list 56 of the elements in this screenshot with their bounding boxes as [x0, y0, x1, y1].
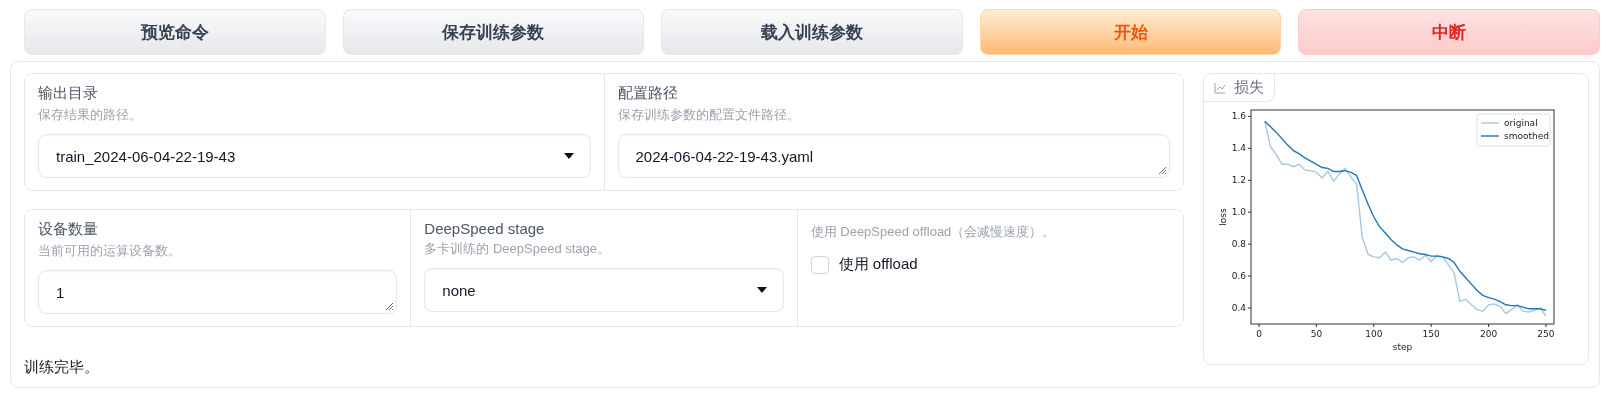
status-text: 训练完毕。 [24, 358, 100, 377]
field-label: 设备数量 [38, 220, 99, 239]
x-tick-label: 0 [1256, 329, 1263, 339]
y-tick: 1.6 [1231, 111, 1252, 122]
y-tick: 0.6 [1231, 271, 1252, 282]
y-axis-label: loss [1218, 208, 1228, 226]
x-tick: 200 [1480, 323, 1498, 339]
caret-icon [563, 153, 574, 159]
field-label: 输出目录 [38, 84, 99, 103]
field-hint: 保存训练参数的配置文件路径。 [617, 106, 801, 124]
y-tick: 1.2 [1231, 175, 1252, 186]
action-button[interactable]: 载入训练参数 [661, 9, 963, 55]
action-button[interactable]: 中断 [1298, 9, 1600, 55]
x-tick: 0 [1256, 323, 1262, 339]
legend-label: smoothed [1504, 131, 1549, 141]
y-tick-label: 0.8 [1231, 239, 1247, 250]
y-tick: 0.8 [1231, 239, 1252, 250]
input-field[interactable]: 2024-06-04-22-19-43.yaml [617, 134, 1170, 178]
y-tick-label: 1.6 [1231, 111, 1247, 122]
x-tick-label: 150 [1422, 329, 1441, 339]
chart-icon [1214, 81, 1226, 94]
field-hint: 使用 DeepSpeed offload（会减慢速度）。 [810, 223, 1057, 241]
field-label: 配置路径 [617, 84, 679, 103]
resize-grip-icon[interactable] [385, 302, 395, 311]
field-hint: 当前可用的运算设备数。 [38, 242, 182, 260]
x-tick-label: 50 [1310, 329, 1323, 339]
x-tick: 150 [1422, 323, 1440, 339]
resize-grip-icon[interactable] [1158, 166, 1167, 175]
checkbox[interactable] [810, 255, 829, 274]
caret-icon [756, 287, 767, 293]
checkbox-label[interactable]: 使用 offload [838, 255, 918, 274]
dropdown[interactable]: none [424, 268, 784, 312]
y-tick-label: 1.0 [1231, 207, 1247, 218]
y-tick: 0.4 [1231, 303, 1252, 314]
field-hint: 多卡训练的 DeepSpeed stage。 [424, 240, 612, 258]
x-tick-label: 100 [1365, 329, 1383, 339]
chart-tab[interactable]: 损失 [1204, 74, 1275, 102]
legend-label: original [1504, 118, 1538, 128]
y-tick: 1.4 [1231, 143, 1252, 154]
x-tick: 50 [1310, 323, 1323, 339]
x-axis-label: step [1392, 342, 1413, 352]
input-field[interactable]: 1 [38, 270, 398, 314]
y-tick-label: 0.6 [1231, 271, 1247, 282]
action-button[interactable]: 预览命令 [24, 9, 326, 55]
x-tick: 100 [1365, 323, 1383, 339]
x-tick: 250 [1537, 323, 1555, 339]
x-tick-label: 250 [1537, 329, 1555, 339]
x-tick-label: 200 [1479, 329, 1498, 339]
action-button[interactable]: 保存训练参数 [342, 9, 645, 55]
y-tick-label: 0.4 [1231, 303, 1247, 314]
y-tick-label: 1.2 [1231, 175, 1246, 186]
y-tick: 1.0 [1231, 207, 1252, 218]
y-tick-label: 1.4 [1231, 143, 1247, 154]
field-label: DeepSpeed stage [424, 220, 546, 237]
dropdown[interactable]: train_2024-06-04-22-19-43 [38, 134, 591, 178]
field-hint: 保存结果的路径。 [38, 106, 143, 124]
